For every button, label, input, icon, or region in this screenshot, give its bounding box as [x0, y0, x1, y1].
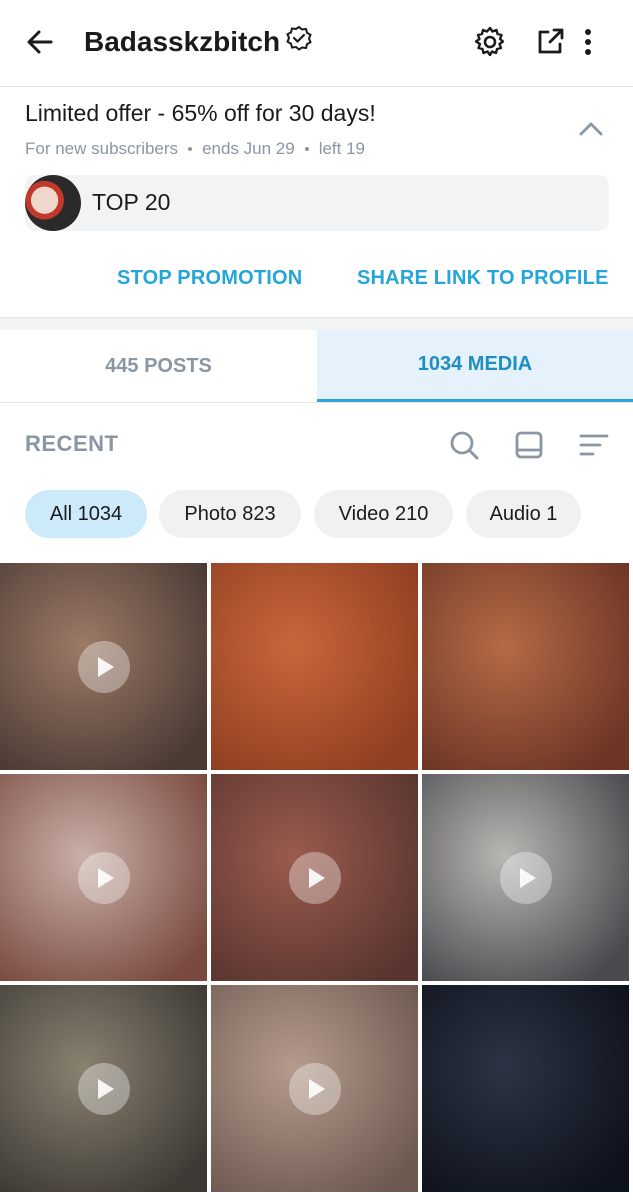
- media-tile-video[interactable]: [0, 774, 207, 981]
- media-grid: [0, 563, 633, 1200]
- grid-view-icon[interactable]: [512, 428, 546, 462]
- promo-end-date: ends Jun 29: [202, 139, 295, 158]
- filter-audio[interactable]: Audio 1: [466, 490, 581, 538]
- media-tile-video[interactable]: [0, 563, 207, 770]
- filter-video[interactable]: Video 210: [314, 490, 453, 538]
- media-thumbnail: [422, 563, 629, 770]
- tab-posts[interactable]: 445 POSTS: [0, 330, 317, 402]
- media-tile-photo[interactable]: [211, 563, 418, 770]
- stop-promotion-button[interactable]: STOP PROMOTION: [117, 267, 302, 290]
- media-tile-video[interactable]: [0, 985, 207, 1192]
- promo-title: Limited offer - 65% off for 30 days!: [25, 100, 376, 126]
- share-profile-link-button[interactable]: SHARE LINK TO PROFILE: [357, 267, 609, 290]
- filter-all[interactable]: All 1034: [25, 490, 147, 538]
- username-text: Badasskzbitch: [84, 26, 281, 57]
- media-thumbnail: [211, 563, 418, 770]
- media-thumbnail: [422, 985, 629, 1192]
- section-divider: [0, 318, 633, 330]
- play-icon: [77, 851, 130, 904]
- promo-remaining: left 19: [318, 139, 366, 158]
- play-icon: [288, 851, 341, 904]
- more-vertical-icon[interactable]: [570, 24, 606, 60]
- media-tile-video[interactable]: [211, 985, 418, 1192]
- list-name: TOP 20: [92, 189, 171, 215]
- promo-subtitle: For new subscribers ends Jun 29 left 19: [25, 139, 365, 159]
- arrow-left-icon[interactable]: [22, 24, 58, 60]
- top-bar: Badasskzbitch: [0, 0, 633, 87]
- promo-audience: For new subscribers: [25, 139, 179, 158]
- play-icon: [77, 1062, 130, 1115]
- chevron-up-icon[interactable]: [574, 112, 608, 146]
- separator-dot: [304, 147, 309, 151]
- gear-icon[interactable]: [472, 24, 508, 60]
- tab-media[interactable]: 1034 MEDIA: [317, 330, 633, 402]
- sort-label: RECENT: [25, 431, 119, 456]
- share-icon[interactable]: [532, 24, 568, 60]
- profile-name: Badasskzbitch: [84, 24, 312, 60]
- media-tile-video[interactable]: [211, 774, 418, 981]
- play-icon: [499, 851, 552, 904]
- avatar: [25, 175, 81, 231]
- media-tile-video[interactable]: [422, 774, 629, 981]
- verified-badge-icon: [286, 24, 312, 60]
- search-icon[interactable]: [447, 428, 481, 462]
- play-icon: [288, 1062, 341, 1115]
- media-tile-photo[interactable]: [422, 985, 629, 1192]
- separator-dot: [188, 147, 193, 151]
- play-icon: [77, 640, 130, 693]
- profile-tabs: 445 POSTS 1034 MEDIA: [0, 330, 633, 403]
- filter-photo[interactable]: Photo 823: [159, 490, 301, 538]
- sort-icon[interactable]: [577, 428, 611, 462]
- media-tile-photo[interactable]: [422, 563, 629, 770]
